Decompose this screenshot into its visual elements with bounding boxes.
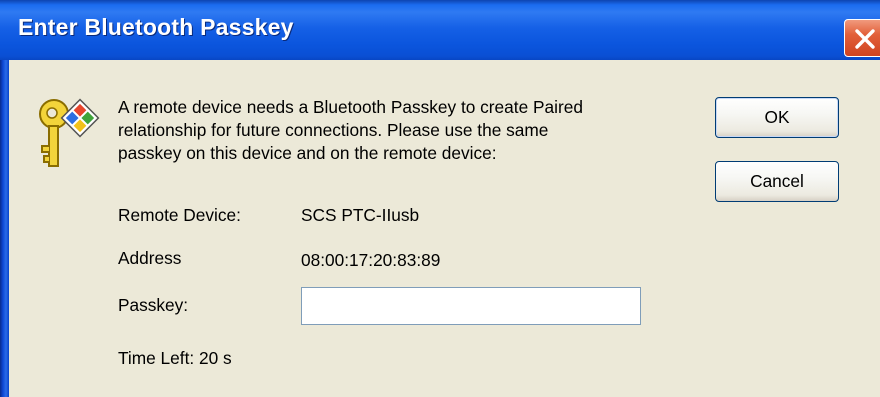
bluetooth-passkey-dialog: Enter Bluetooth Passkey A remote device … [0,0,880,397]
remote-device-value: SCS PTC-IIusb [301,205,420,225]
message-line: A remote device needs a Bluetooth Passke… [118,97,583,117]
address-label: Address [118,248,182,268]
ok-button[interactable]: OK [715,97,839,138]
address-value: 08:00:17:20:83:89 [301,250,441,270]
title-bar[interactable]: Enter Bluetooth Passkey [0,0,880,60]
close-icon [855,29,875,49]
message-line: passkey on this device and on the remote… [118,143,497,163]
cancel-button[interactable]: Cancel [715,161,839,202]
passkey-label: Passkey: [118,295,189,315]
time-left-text: Time Left: 20 s [118,348,232,368]
message-line: relationship for future connections. Ple… [118,120,549,140]
close-button[interactable] [844,19,880,57]
remote-device-label: Remote Device: [118,205,241,225]
passkey-input[interactable] [301,287,641,325]
dialog-message: A remote device needs a Bluetooth Passke… [118,96,708,165]
window-border [0,60,9,397]
dialog-title: Enter Bluetooth Passkey [18,14,294,40]
key-icon [39,98,100,167]
